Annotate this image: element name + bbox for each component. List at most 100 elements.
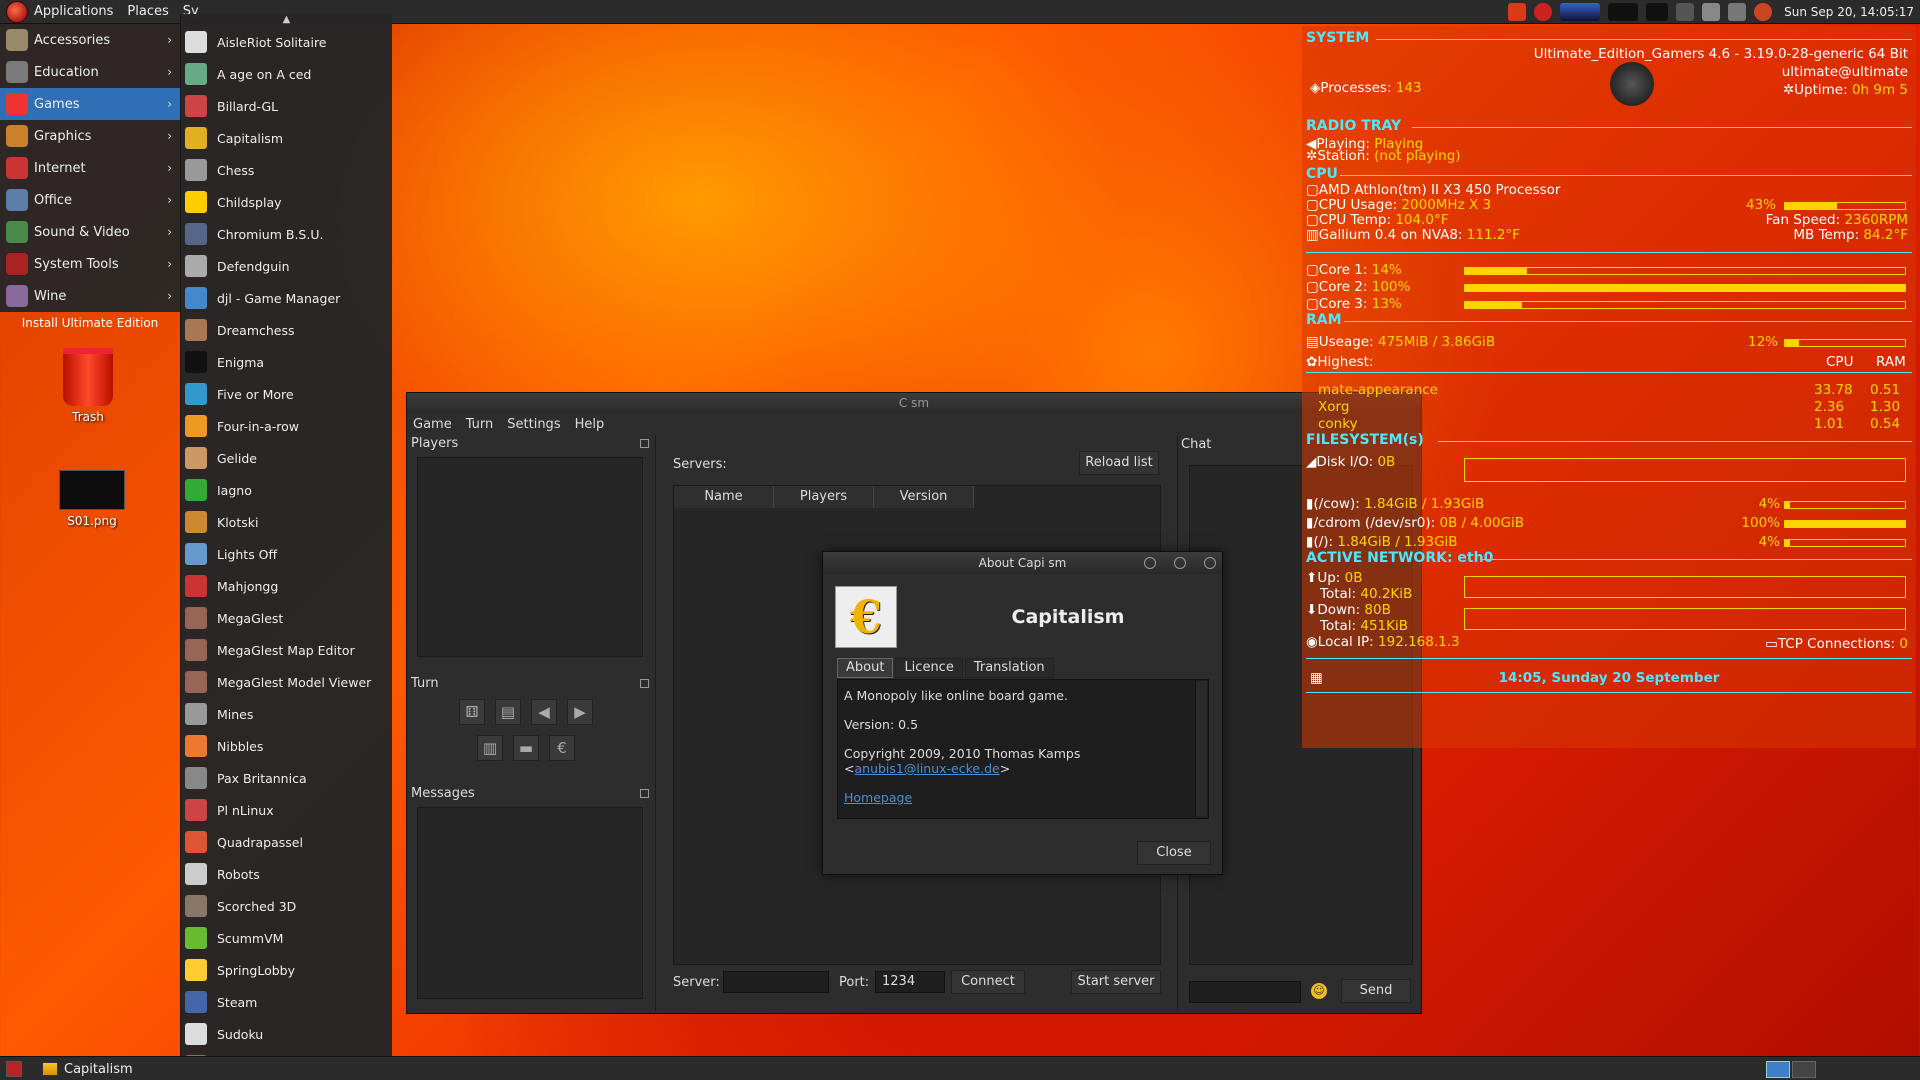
category-system-tools[interactable]: System Tools › xyxy=(0,248,180,280)
column-version[interactable]: Version xyxy=(874,486,974,508)
power-icon[interactable] xyxy=(1534,3,1553,21)
ultimate-logo-icon[interactable] xyxy=(6,0,28,23)
category-accessories[interactable]: Accessories › xyxy=(0,24,180,56)
game-item[interactable]: ScummVM xyxy=(181,922,392,954)
smiley-icon[interactable]: ☺ xyxy=(1311,983,1327,999)
game-item[interactable]: Pax Britannica xyxy=(181,762,392,794)
reload-list-button[interactable]: Reload list xyxy=(1079,451,1159,475)
tab-translation[interactable]: Translation xyxy=(964,658,1054,678)
game-item[interactable]: Billard-GL xyxy=(181,90,392,122)
volume-icon[interactable] xyxy=(1728,3,1747,21)
category-internet[interactable]: Internet › xyxy=(0,152,180,184)
back-arrow-icon[interactable]: ◀ xyxy=(531,699,557,725)
game-item[interactable]: Chess xyxy=(181,154,392,186)
s01-png-desktop-icon[interactable]: S01.png xyxy=(52,470,132,528)
game-item[interactable]: Childsplay xyxy=(181,186,392,218)
about-title-bar[interactable]: About Capi sm xyxy=(823,552,1222,574)
messages-list[interactable] xyxy=(417,807,643,999)
close-button[interactable]: Close xyxy=(1137,841,1211,865)
window-title[interactable]: C sm xyxy=(407,393,1421,413)
houses-icon[interactable]: ▥ xyxy=(477,735,503,761)
server-input[interactable] xyxy=(723,971,829,993)
radio-tray-icon[interactable] xyxy=(1754,3,1773,21)
menu-turn[interactable]: Turn xyxy=(466,417,494,432)
game-item[interactable]: Scorched 3D xyxy=(181,890,392,922)
tab-about[interactable]: About xyxy=(837,658,894,678)
game-item[interactable]: A age on A ced xyxy=(181,58,392,90)
game-item[interactable]: Dreamchess xyxy=(181,314,392,346)
game-item[interactable]: Defendguin xyxy=(181,250,392,282)
send-button[interactable]: Send xyxy=(1341,979,1411,1003)
homepage-link[interactable]: Homepage xyxy=(844,790,912,805)
game-item[interactable]: Steam xyxy=(181,986,392,1018)
menu-places[interactable]: Places xyxy=(127,4,168,19)
game-item[interactable]: Five or More xyxy=(181,378,392,410)
category-education[interactable]: Education › xyxy=(0,56,180,88)
game-item[interactable]: Pl nLinux xyxy=(181,794,392,826)
game-item[interactable]: Gelide xyxy=(181,442,392,474)
category-graphics[interactable]: Graphics › xyxy=(0,120,180,152)
port-input[interactable]: 1234 xyxy=(875,971,945,993)
minimize-icon[interactable] xyxy=(1144,557,1156,569)
category-office[interactable]: Office › xyxy=(0,184,180,216)
show-desktop-icon[interactable] xyxy=(6,1061,22,1077)
menu-game[interactable]: Game xyxy=(413,417,452,432)
category-games[interactable]: Games › xyxy=(0,88,180,120)
game-item[interactable]: Sudoku xyxy=(181,1018,392,1050)
start-server-button[interactable]: Start server xyxy=(1071,970,1161,994)
game-item[interactable]: Chromium B.S.U. xyxy=(181,218,392,250)
menu-applications[interactable]: Applications xyxy=(34,4,113,19)
menu-help[interactable]: Help xyxy=(575,417,605,432)
trash-desktop-icon[interactable]: Trash xyxy=(56,348,120,424)
chat-input[interactable] xyxy=(1189,981,1301,1003)
euro-icon[interactable]: € xyxy=(549,735,575,761)
dock-float-icon[interactable] xyxy=(640,789,649,798)
game-item[interactable]: Lights Off xyxy=(181,538,392,570)
network-monitor-icon[interactable] xyxy=(1560,3,1601,21)
game-item[interactable]: Iagno xyxy=(181,474,392,506)
game-item[interactable]: AisleRiot Solitaire xyxy=(181,26,392,58)
email-link[interactable]: anubis1@linux-ecke.de xyxy=(854,761,999,776)
game-item[interactable]: MegaGlest xyxy=(181,602,392,634)
game-item[interactable]: Enigma xyxy=(181,346,392,378)
keyboard-icon[interactable] xyxy=(1702,3,1721,21)
game-item[interactable]: Nibbles xyxy=(181,730,392,762)
game-item[interactable]: MegaGlest Map Editor xyxy=(181,634,392,666)
card-icon[interactable]: ▤ xyxy=(495,699,521,725)
players-list[interactable] xyxy=(417,457,643,657)
column-players[interactable]: Players xyxy=(774,486,874,508)
forward-arrow-icon[interactable]: ▶ xyxy=(567,699,593,725)
about-scrollbar[interactable] xyxy=(1195,681,1207,817)
tab-licence[interactable]: Licence xyxy=(895,658,963,678)
close-window-icon[interactable] xyxy=(1204,557,1216,569)
game-item[interactable]: SpringLobby xyxy=(181,954,392,986)
roll-dice-icon[interactable]: ⚅ xyxy=(459,699,485,725)
game-item[interactable]: Quadrapassel xyxy=(181,826,392,858)
game-item[interactable]: Mahjongg xyxy=(181,570,392,602)
scroll-up-arrow-icon[interactable]: ▲ xyxy=(181,14,392,26)
dock-float-icon[interactable] xyxy=(640,439,649,448)
game-item[interactable]: Klotski xyxy=(181,506,392,538)
dock-float-icon[interactable] xyxy=(640,679,649,688)
cpu-monitor-icon[interactable] xyxy=(1608,3,1639,21)
workspace-1[interactable] xyxy=(1766,1061,1790,1078)
game-item[interactable]: Capitalism xyxy=(181,122,392,154)
menu-settings[interactable]: Settings xyxy=(507,417,560,432)
cash-icon[interactable]: ▬ xyxy=(513,735,539,761)
workspace-2[interactable] xyxy=(1792,1061,1816,1078)
category-wine[interactable]: Wine › xyxy=(0,280,180,312)
update-notifier-icon[interactable] xyxy=(1508,3,1527,21)
game-item[interactable]: djl - Game Manager xyxy=(181,282,392,314)
maximize-icon[interactable] xyxy=(1174,557,1186,569)
game-item[interactable]: Robots xyxy=(181,858,392,890)
game-item[interactable]: Four-in-a-row xyxy=(181,410,392,442)
wireless-icon[interactable] xyxy=(1676,3,1695,21)
clock[interactable]: Sun Sep 20, 14:05:17 xyxy=(1784,5,1914,19)
memory-monitor-icon[interactable] xyxy=(1646,3,1669,21)
game-item[interactable]: MegaGlest Model Viewer xyxy=(181,666,392,698)
connect-button[interactable]: Connect xyxy=(951,970,1025,994)
category-sound-video[interactable]: Sound & Video › xyxy=(0,216,180,248)
column-name[interactable]: Name xyxy=(674,486,774,508)
install-ultimate-edition[interactable]: Install Ultimate Edition xyxy=(0,312,180,334)
taskbar-capitalism[interactable]: Capitalism xyxy=(38,1059,178,1079)
